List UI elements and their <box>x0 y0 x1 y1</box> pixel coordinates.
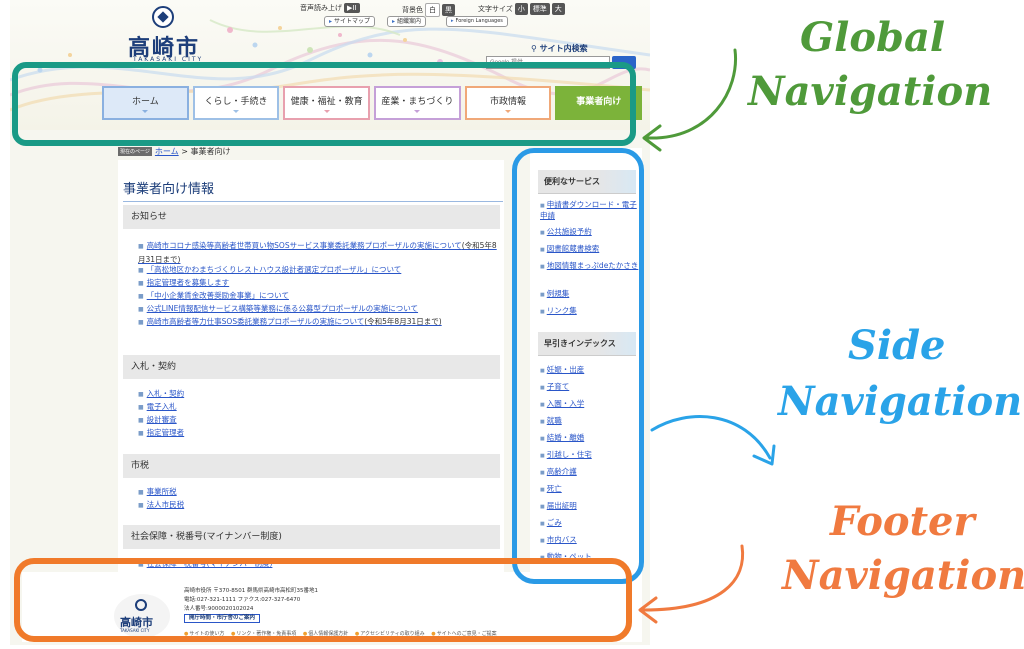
bg-color-label: 背景色 <box>402 6 423 14</box>
footer-link[interactable]: リンク・著作権・免責事項 <box>231 631 296 637</box>
news-link[interactable]: 「高松地区かわまちづくりレストハウス設計者選定プロポーザル」について <box>138 263 498 277</box>
search-input[interactable] <box>486 56 610 69</box>
section-heading-mynumber: 社会保障・税番号(マイナンバー制度) <box>123 525 500 549</box>
annotation-global: Global <box>800 14 946 61</box>
tax-link[interactable]: 法人市民税 <box>138 498 498 512</box>
org-guide-link[interactable]: 組織案内 <box>387 16 427 27</box>
site-footer: 高崎市 TAKASAKI CITY 高崎市役所 〒370-8501 群馬県高崎市… <box>22 572 642 642</box>
font-size-label: 文字サイズ <box>478 5 513 13</box>
side-navigation: 便利なサービス 申請書ダウンロード・電子申請 公共施設予約 図書館蔵書検索 地図… <box>530 148 642 578</box>
side-index-link[interactable]: 死亡 <box>540 484 640 495</box>
footer-links: サイトの使い方 リンク・著作権・免責事項 個人情報保護方針 アクセシビリティの取… <box>184 630 502 637</box>
search-button[interactable] <box>612 56 636 69</box>
side-service-link[interactable]: 申請書ダウンロード・電子申請 <box>540 200 640 220</box>
gnav-industry[interactable]: 産業・まちづくり <box>374 86 461 120</box>
side-service-link[interactable]: 図書館蔵書検索 <box>540 244 640 255</box>
bidding-link[interactable]: 電子入札 <box>138 400 498 414</box>
side-index-link[interactable]: ごみ <box>540 518 640 529</box>
side-index-link[interactable]: 妊娠・出産 <box>540 365 640 376</box>
side-service-link[interactable]: 地図情報まっぷdeたかさき <box>540 261 640 272</box>
read-aloud-button[interactable]: ▶II <box>344 3 360 13</box>
office-hours-button[interactable]: 開庁時間・市庁舎のご案内 <box>184 614 261 623</box>
side-index-link[interactable]: 市内バス <box>540 535 640 546</box>
website: 高崎市 TAKASAKI CITY 音声読み上げ ▶II 背景色白黒 文字サイズ小… <box>10 0 650 645</box>
footer-link[interactable]: アクセシビリティの取り組み <box>355 631 425 637</box>
font-standard-button[interactable]: 標準 <box>529 3 550 15</box>
side-index-link[interactable]: 高齢介護 <box>540 467 640 478</box>
breadcrumb-current: 事業者向け <box>190 147 231 156</box>
main-content: 事業者向け情報 お知らせ 高崎市コロナ感染等高齢者世帯買い物SOSサービス事業委… <box>118 160 504 600</box>
news-link[interactable]: 高崎市コロナ感染等高齢者世帯買い物SOSサービス事業委託業務プロポーザルの実施に… <box>138 239 498 266</box>
side-index-link[interactable]: 就職 <box>540 416 640 427</box>
side-index-link[interactable]: 動物・ペット <box>540 552 640 563</box>
gnav-health[interactable]: 健康・福祉・教育 <box>283 86 371 120</box>
search-icon: ⚲ <box>531 44 537 53</box>
city-emblem-icon[interactable] <box>152 6 174 28</box>
side-service-link[interactable]: リンク集 <box>540 306 640 317</box>
city-emblem-icon <box>135 599 147 611</box>
side-index-link[interactable]: 届出証明 <box>540 501 640 512</box>
side-heading-services: 便利なサービス <box>538 170 636 194</box>
site-logo-subtitle: TAKASAKI CITY <box>133 56 204 63</box>
side-index-link[interactable]: 子育て <box>540 382 640 393</box>
breadcrumb-here-label: 現在のページ <box>118 147 152 156</box>
breadcrumb: 現在のページ ホーム > 事業者向け <box>118 146 230 157</box>
search-label: ⚲ サイト内検索 <box>531 44 588 53</box>
annotation-side: Side <box>848 322 946 369</box>
news-link[interactable]: 「中小企業賃金改善奨励金事業」について <box>138 289 498 303</box>
section-heading-tax: 市税 <box>123 454 500 478</box>
news-link[interactable]: 指定管理者を募集します <box>138 276 498 290</box>
sitemap-link[interactable]: サイトマップ <box>324 16 376 27</box>
font-size-control: 文字サイズ小標準大 <box>478 3 565 15</box>
side-service-link[interactable]: 例規集 <box>540 289 640 300</box>
footer-address: 高崎市役所 〒370-8501 群馬県高崎市高松町35番地1 <box>184 588 318 594</box>
font-small-button[interactable]: 小 <box>514 3 528 15</box>
bidding-link[interactable]: 指定管理者 <box>138 426 498 440</box>
font-large-button[interactable]: 大 <box>551 3 565 15</box>
annotation-global-sub: Navigation <box>748 68 993 115</box>
section-heading-news: お知らせ <box>123 205 500 229</box>
footer-logo: 高崎市 TAKASAKI CITY <box>114 594 170 638</box>
footer-corp-number: 法人番号:9000020102024 <box>184 606 254 612</box>
bg-black-button[interactable]: 黒 <box>442 4 455 16</box>
side-heading-index: 早引きインデックス <box>538 332 636 356</box>
news-link[interactable]: 高崎市高齢者等力仕事SOS委託業務プロポーザルの実施について(令和5年8月31日… <box>138 315 498 329</box>
gnav-business[interactable]: 事業者向け <box>555 86 643 120</box>
footer-link[interactable]: サイトの使い方 <box>184 631 224 637</box>
bidding-link[interactable]: 入札・契約 <box>138 387 498 401</box>
foreign-languages-link[interactable]: Foreign Languages <box>446 16 508 27</box>
annotation-footer: Footer <box>830 498 975 545</box>
footer-link[interactable]: 個人情報保護方針 <box>303 631 348 637</box>
side-service-link[interactable]: 公共施設予約 <box>540 227 640 238</box>
site-header: 高崎市 TAKASAKI CITY 音声読み上げ ▶II 背景色白黒 文字サイズ小… <box>10 0 650 130</box>
side-index-link[interactable]: 結婚・離婚 <box>540 433 640 444</box>
background-color-control: 背景色白黒 <box>402 3 455 17</box>
gnav-city-info[interactable]: 市政情報 <box>464 86 552 120</box>
breadcrumb-separator: > <box>181 147 188 156</box>
footer-arrow-icon <box>638 544 745 624</box>
read-aloud-label: 音声読み上げ <box>300 4 342 12</box>
side-index-link[interactable]: 引越し・住宅 <box>540 450 640 461</box>
section-heading-bidding: 入札・契約 <box>123 355 500 379</box>
gnav-living[interactable]: くらし・手続き <box>192 86 280 120</box>
annotation-side-sub: Navigation <box>778 378 1023 425</box>
screenshot: 高崎市 TAKASAKI CITY 音声読み上げ ▶II 背景色白黒 文字サイズ小… <box>0 0 1024 649</box>
bg-white-button[interactable]: 白 <box>425 3 440 17</box>
side-arrow-icon <box>650 415 776 466</box>
news-link[interactable]: 公式LINE情報配信サービス構築等業務に係る公募型プロポーザルの実施について <box>138 302 498 316</box>
footer-link[interactable]: サイトへのご意見・ご提案 <box>431 631 496 637</box>
footer-phone: 電話:027-321-1111 ファクス:027-327-6470 <box>184 597 301 603</box>
breadcrumb-home-link[interactable]: ホーム <box>155 147 179 156</box>
tax-link[interactable]: 事業所税 <box>138 485 498 499</box>
bidding-link[interactable]: 設計審査 <box>138 413 498 427</box>
mynumber-link[interactable]: 社会保障・税番号(マイナンバー制度) <box>138 557 498 571</box>
gnav-home[interactable]: ホーム <box>102 86 189 120</box>
page-title: 事業者向け情報 <box>123 178 503 202</box>
side-index-link[interactable]: 入園・入学 <box>540 399 640 410</box>
read-aloud-control: 音声読み上げ ▶II <box>300 3 360 13</box>
annotation-footer-sub: Navigation <box>782 552 1024 599</box>
global-navigation: ホーム くらし・手続き 健康・福祉・教育 産業・まちづくり 市政情報 事業者向け <box>102 86 643 120</box>
